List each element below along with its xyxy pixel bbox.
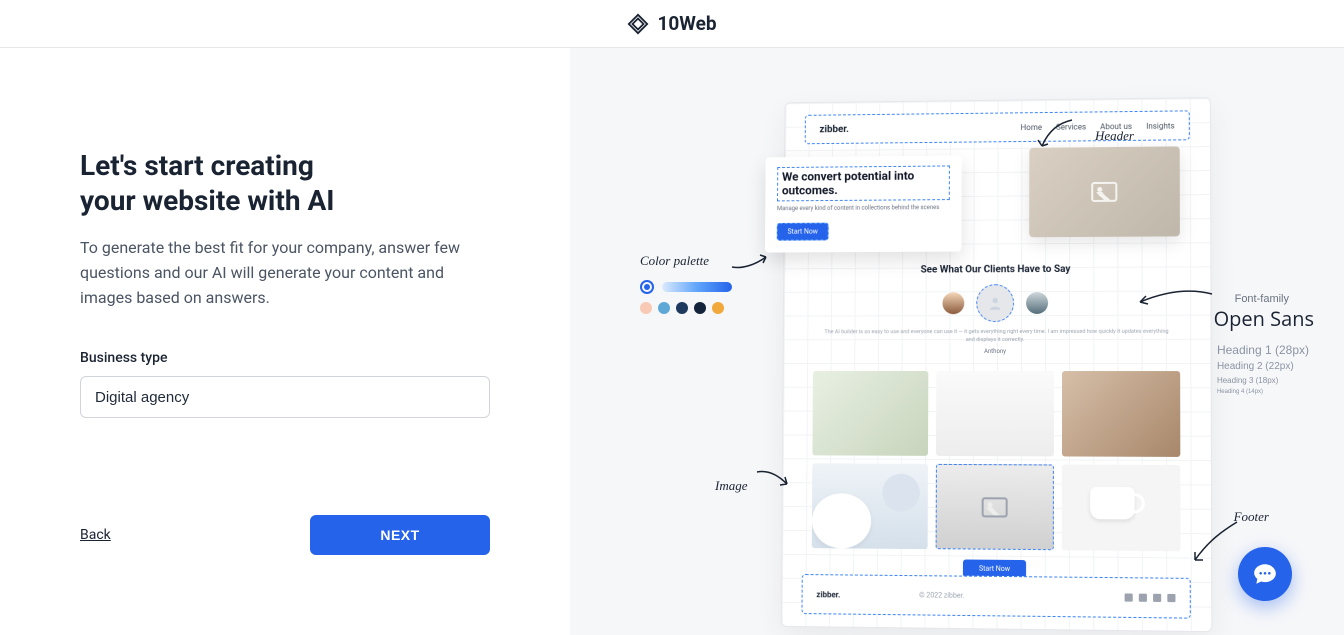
annotation-color-palette: Color palette (640, 253, 709, 269)
left-panel: Let's start creating your website with A… (0, 48, 570, 635)
mockup-hero-title: We convert potential into outcomes. (777, 165, 950, 201)
palette-selected-icon (640, 280, 654, 294)
mockup-clients-title: See What Our Clients Have to Say (784, 263, 1210, 276)
gallery-image (936, 371, 1053, 456)
gallery-image-placeholder (936, 464, 1054, 550)
mockup-testimonial: The AI builder is so easy to use and eve… (823, 329, 1170, 357)
mockup-hero-image (1029, 146, 1180, 237)
gallery-image (812, 371, 928, 456)
palette-color-dot (658, 302, 670, 314)
social-icon (1125, 593, 1133, 601)
website-mockup: zibber. Home Services About us Insights … (781, 97, 1213, 632)
brand: 10Web (627, 12, 716, 35)
palette-color-dot (676, 302, 688, 314)
annotation-image: Image (715, 478, 748, 494)
business-type-input[interactable] (80, 376, 490, 418)
arrow-icon (730, 253, 770, 273)
avatar-icon (942, 292, 964, 314)
palette-color-dot (640, 302, 652, 314)
mockup-hero-cta: Start Now (777, 222, 829, 240)
arrow-icon (1134, 286, 1214, 308)
typography-list: Heading 1 (28px) Heading 2 (22px) Headin… (1217, 343, 1309, 395)
social-icon (1167, 594, 1175, 602)
right-illustration-panel: zibber. Home Services About us Insights … (570, 48, 1344, 635)
chat-fab[interactable] (1238, 547, 1292, 601)
annotation-header: Header (1095, 128, 1134, 144)
topbar: 10Web (0, 0, 1344, 48)
mockup-social-icons (1125, 593, 1176, 602)
palette-color-dot (694, 302, 706, 314)
annotation-font-family-name: Open Sans (1214, 305, 1314, 332)
social-icon (1139, 594, 1147, 602)
mockup-gallery (812, 371, 1181, 551)
brand-logo-icon (627, 13, 649, 35)
avatar-icon (1026, 292, 1048, 314)
back-link[interactable]: Back (80, 527, 111, 543)
page-heading: Let's start creating your website with A… (80, 148, 490, 218)
annotation-font-family-label: Font-family (1235, 293, 1289, 305)
gallery-image (812, 463, 929, 549)
business-type-label: Business type (80, 350, 490, 366)
gallery-image (1062, 464, 1181, 551)
chat-icon (1252, 561, 1278, 587)
social-icon (1153, 594, 1161, 602)
page-subtext: To generate the best fit for your compan… (80, 236, 490, 310)
palette-gradient (662, 282, 732, 292)
mockup-footer: zibber. © 2022 zibber. (801, 574, 1190, 619)
avatar-placeholder-icon (976, 284, 1014, 322)
image-placeholder-icon (1091, 182, 1117, 202)
palette-dots (640, 302, 732, 314)
color-palette (640, 280, 732, 314)
image-placeholder-icon (982, 497, 1008, 517)
palette-color-dot (712, 302, 724, 314)
arrow-icon (1034, 118, 1074, 153)
arrow-icon (1189, 520, 1239, 565)
arrow-icon (755, 468, 790, 488)
gallery-image (1062, 371, 1181, 457)
main: Let's start creating your website with A… (0, 48, 1344, 635)
mockup-hero-subtitle: Manage every kind of content in collecti… (777, 204, 950, 213)
form-footer: Back NEXT (80, 515, 490, 595)
mockup-hero-card: We convert potential into outcomes. Mana… (765, 155, 962, 252)
next-button[interactable]: NEXT (310, 515, 490, 555)
brand-text: 10Web (657, 12, 716, 35)
mockup-brand: zibber. (819, 124, 849, 135)
